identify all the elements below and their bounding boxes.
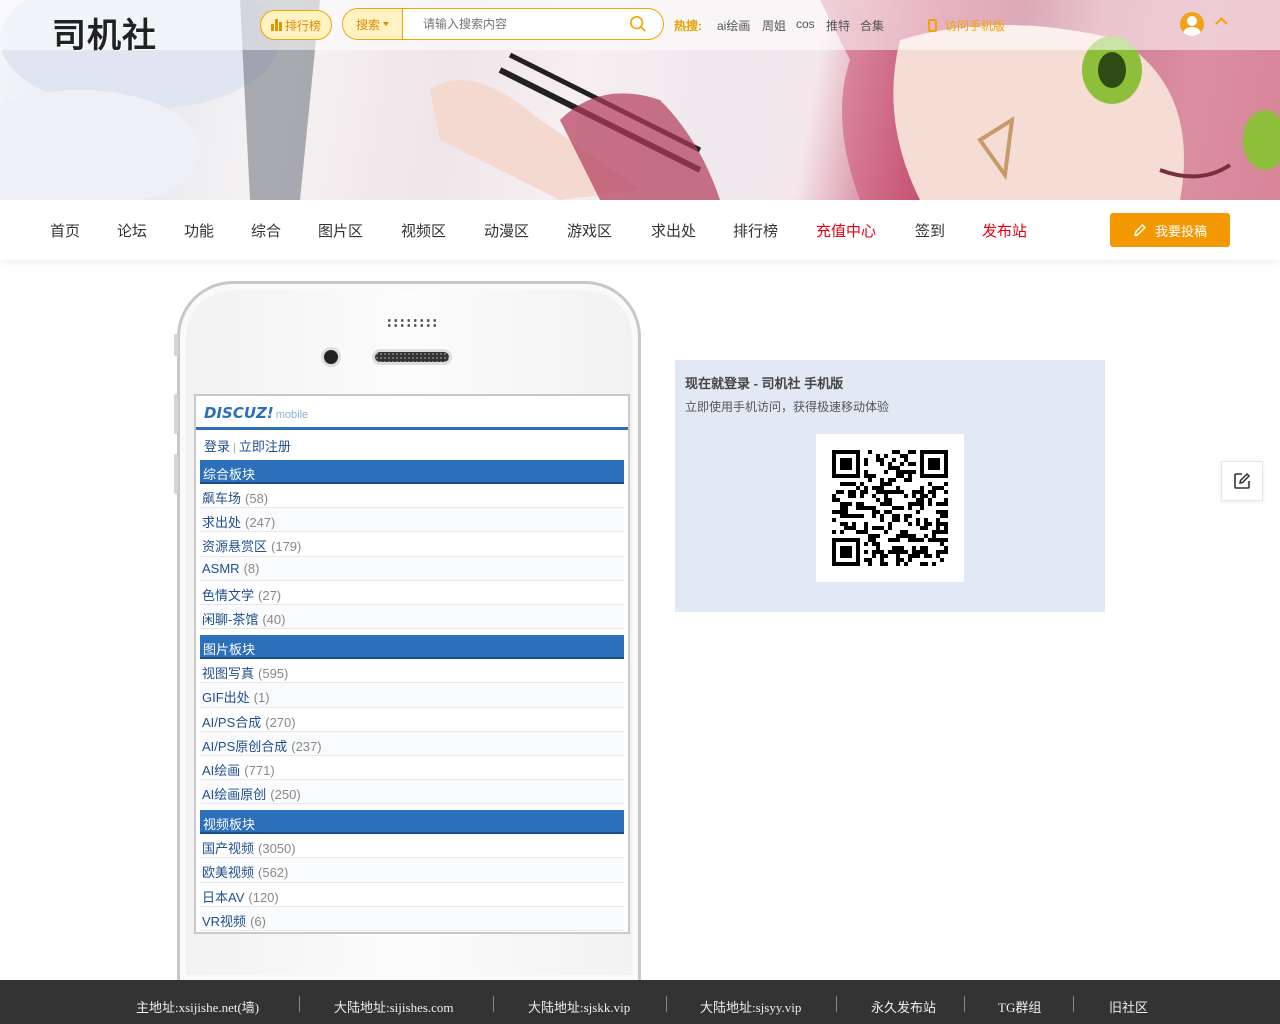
visit-mobile-label: 访问手机版: [945, 19, 1006, 33]
phone-sensor-dots: [386, 318, 438, 328]
forum-row[interactable]: 资源悬赏区 (179): [200, 532, 624, 557]
hot-search-item[interactable]: cos: [796, 17, 815, 31]
nav-item-forum[interactable]: 论坛: [117, 220, 147, 241]
footer-link[interactable]: 旧社区: [1109, 997, 1148, 1016]
phone-earpiece: [372, 349, 452, 365]
section-header[interactable]: 图片板块: [200, 635, 624, 660]
nav-item-source-request[interactable]: 求出处: [651, 220, 696, 241]
search-input[interactable]: [409, 9, 619, 39]
submit-post-label: 我要投稿: [1154, 223, 1207, 239]
section-header[interactable]: 视频板块: [200, 810, 624, 835]
forum-row[interactable]: ASMR (8): [200, 556, 624, 581]
hot-search-item[interactable]: 合集: [860, 17, 884, 34]
forum-row[interactable]: 视图写真 (595): [200, 659, 624, 684]
header-banner: 司机社 排行榜 搜索 热搜: ai绘画 周姐 cos 推特 合集 访问手机版: [0, 0, 1280, 200]
main-nav: 首页 论坛 功能 综合 图片区 视频区 动漫区 游戏区 求出处 排行榜 充值中心…: [0, 200, 1280, 260]
footer-links: 主地址:xsijishe.net(墙) 大陆地址:sijishes.com 大陆…: [0, 980, 1280, 1024]
search-bar: 搜索: [342, 8, 664, 40]
mobile-qr-panel: 现在就登录 - 司机社 手机版 立即使用手机访问，获得极速移动体验: [675, 360, 1105, 612]
rank-button-label: 排行榜: [284, 18, 321, 33]
qr-code: [816, 434, 964, 582]
nav-item-images[interactable]: 图片区: [318, 220, 363, 241]
forum-row[interactable]: AI绘画原创 (250): [200, 780, 624, 805]
forum-row[interactable]: 飙车场 (58): [200, 484, 624, 509]
forum-row[interactable]: 欧美视频 (562): [200, 858, 624, 883]
forum-row[interactable]: GIF出处 (1): [200, 683, 624, 708]
nav-item-games[interactable]: 游戏区: [567, 220, 612, 241]
phone-mockup: DISCUZ! mobile 登录 | 立即注册 综合板块 飙车场 (58) 求出处 (2…: [174, 281, 641, 981]
hot-search-label: 热搜:: [674, 19, 702, 33]
hot-search-item[interactable]: ai绘画: [717, 17, 750, 34]
section-header[interactable]: 综合板块: [200, 460, 624, 484]
forum-row[interactable]: AI/PS原创合成 (237): [200, 731, 624, 756]
phone-side-button: [174, 334, 178, 356]
edit-icon: [1234, 472, 1251, 489]
nav-item-anime[interactable]: 动漫区: [484, 220, 529, 241]
forum-row[interactable]: 闲聊-茶馆 (40): [200, 604, 624, 630]
nav-item-features[interactable]: 功能: [184, 220, 214, 241]
nav-item-ranking[interactable]: 排行榜: [733, 220, 778, 241]
hot-search-item[interactable]: 周姐: [762, 17, 786, 34]
forum-section: 综合板块 飙车场 (58) 求出处 (247) 资源悬赏区 (179) ASMR (8)…: [196, 460, 628, 630]
phone-screen: DISCUZ! mobile 登录 | 立即注册 综合板块 飙车场 (58) 求出处 (2…: [194, 394, 630, 934]
forum-row[interactable]: 色情文学 (27): [200, 580, 624, 605]
login-link[interactable]: 登录: [204, 439, 230, 454]
forum-row[interactable]: 国产视频 (3050): [200, 834, 624, 859]
discuz-header: DISCUZ! mobile: [196, 396, 628, 430]
qr-code-image: [832, 450, 948, 566]
search-type-select[interactable]: 搜索: [343, 9, 403, 39]
nav-item-home[interactable]: 首页: [50, 220, 80, 241]
search-icon[interactable]: [629, 15, 647, 33]
phone-icon: [928, 19, 937, 32]
nav-item-general[interactable]: 综合: [251, 220, 281, 241]
forum-row[interactable]: AI/PS合成 (270): [200, 707, 624, 732]
visit-mobile-link[interactable]: 访问手机版: [928, 17, 1005, 34]
footer-link[interactable]: 大陆地址:sijishes.com: [334, 997, 454, 1016]
hot-search-item[interactable]: 推特: [826, 17, 850, 34]
qr-subtitle: 立即使用手机访问，获得极速移动体验: [685, 400, 890, 414]
footer-link[interactable]: 主地址:xsijishe.net(墙): [136, 997, 259, 1016]
nav-item-checkin[interactable]: 签到: [915, 220, 945, 241]
qr-title: 现在就登录 - 司机社 手机版: [685, 376, 844, 391]
register-link[interactable]: 立即注册: [239, 439, 291, 454]
forum-section: 视频板块 国产视频 (3050) 欧美视频 (562) 日本AV (120) VR视频…: [196, 810, 628, 931]
forum-row[interactable]: 日本AV (120): [200, 882, 624, 907]
phone-camera: [321, 347, 341, 367]
submit-post-button[interactable]: 我要投稿: [1110, 213, 1230, 247]
caret-down-icon: [383, 22, 389, 26]
rank-button[interactable]: 排行榜: [260, 10, 332, 40]
forum-row[interactable]: AI绘画 (771): [200, 755, 624, 781]
discuz-mobile-label: mobile: [275, 409, 309, 421]
pen-icon: [1133, 224, 1146, 237]
site-logo[interactable]: 司机社: [52, 8, 157, 57]
forum-row[interactable]: 求出处 (247): [200, 508, 624, 533]
nav-item-publish-site[interactable]: 发布站: [982, 220, 1027, 241]
forum-row[interactable]: VR视频 (6): [200, 906, 624, 931]
forum-section: 图片板块 视图写真 (595) GIF出处 (1) AI/PS合成 (270) AI/…: [196, 635, 628, 805]
footer-link[interactable]: 大陆地址:sjskk.vip: [528, 997, 630, 1016]
footer-link[interactable]: 永久发布站: [871, 997, 936, 1016]
phone-side-button: [174, 394, 178, 434]
bar-chart-icon: [270, 19, 282, 31]
footer-link[interactable]: TG群组: [998, 997, 1041, 1016]
nav-item-recharge[interactable]: 充值中心: [816, 220, 876, 241]
user-avatar-icon[interactable]: [1180, 12, 1204, 36]
nav-item-videos[interactable]: 视频区: [401, 220, 446, 241]
search-type-label: 搜索: [355, 17, 380, 32]
footer-link[interactable]: 大陆地址:sjsyy.vip: [700, 997, 801, 1016]
login-bar: 登录 | 立即注册: [204, 439, 291, 454]
phone-side-button: [174, 454, 178, 494]
discuz-logo: DISCUZ!: [204, 404, 274, 422]
floating-edit-button[interactable]: [1221, 461, 1263, 501]
